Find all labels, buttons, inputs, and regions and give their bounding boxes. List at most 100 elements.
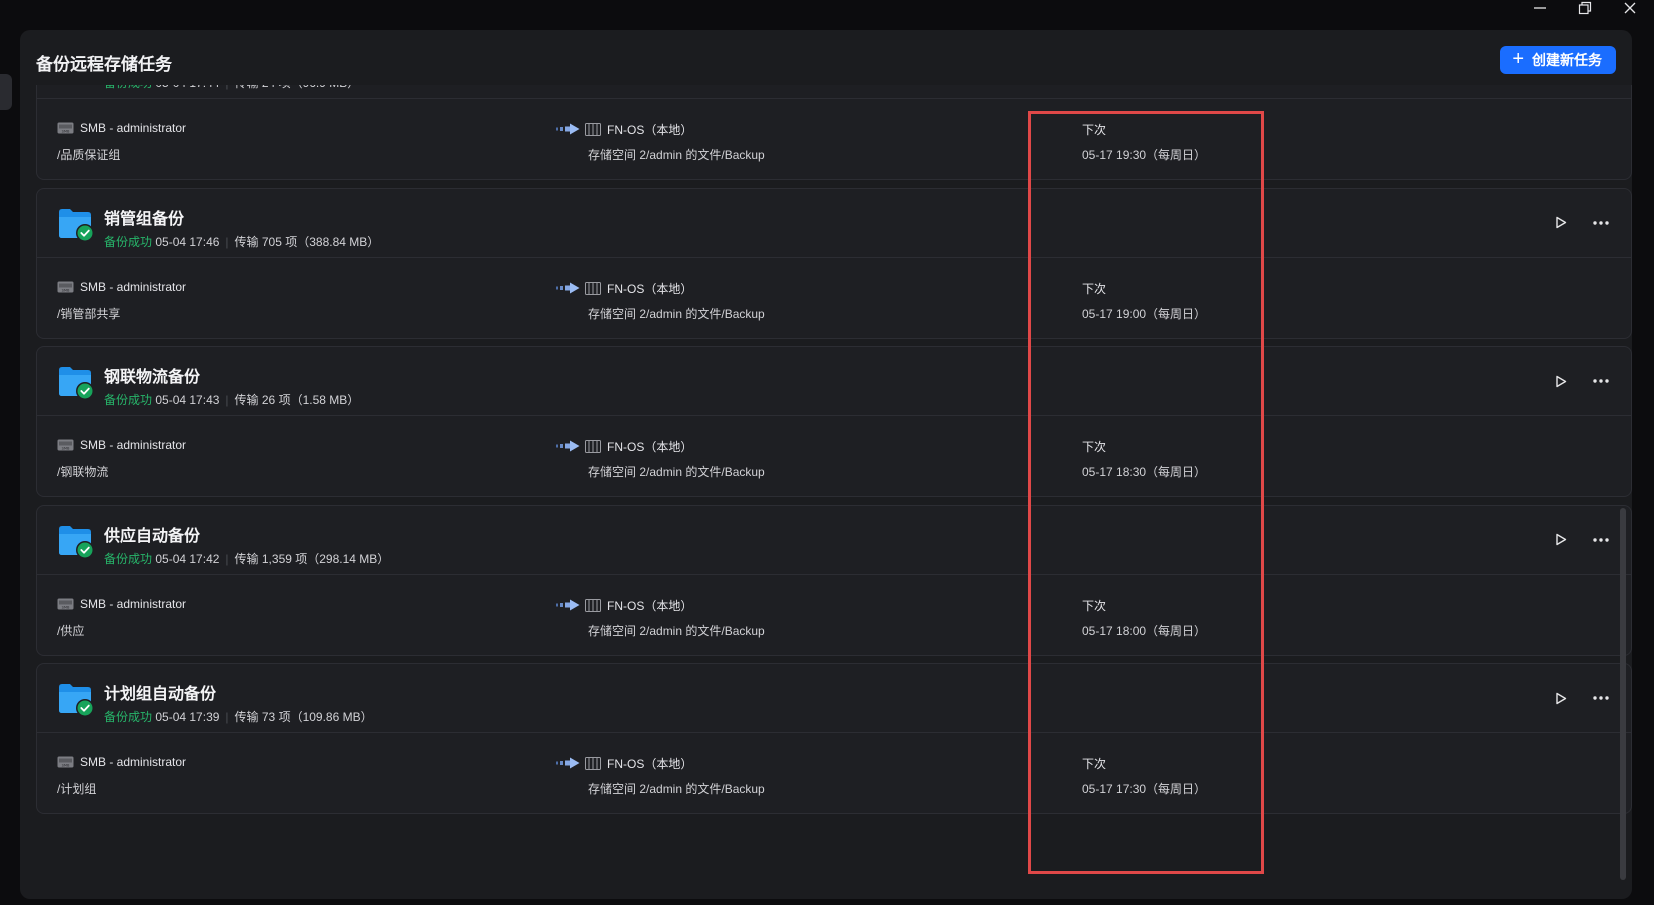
source-row: SMB SMB - administrator <box>57 597 186 611</box>
highlight-annotation <box>1028 111 1264 874</box>
folder-check-icon <box>59 684 94 717</box>
task-card: 计划组自动备份 备份成功 05-04 17:39 | 传输 73 项（109.86 … <box>36 663 1632 814</box>
status-text: 备份成功 <box>104 710 153 724</box>
smb-server-icon: SMB <box>57 281 74 292</box>
backup-tasks-panel: 备份远程存储任务 + 创建新任务 品质保证组备份 备份成功 05-04 17:4… <box>20 30 1632 899</box>
folder-check-icon <box>59 208 94 242</box>
more-options-button[interactable] <box>1587 211 1615 235</box>
task-card: 钢联物流备份 备份成功 05-04 17:43 | 传输 26 项（1.58 MB）… <box>36 346 1632 497</box>
task-name: 钢联物流备份 <box>104 369 201 386</box>
more-icon <box>1593 220 1609 225</box>
source-row: SMB SMB - administrator <box>57 755 186 769</box>
destination-name: FN-OS（本地） <box>607 757 693 771</box>
folder-check-icon <box>59 367 94 400</box>
restore-button[interactable] <box>1565 0 1605 16</box>
destination-name: FN-OS（本地） <box>607 440 693 454</box>
status-text: 备份成功 <box>104 85 152 90</box>
create-task-button[interactable]: + 创建新任务 <box>1500 46 1616 74</box>
task-name: 计划组自动备份 <box>104 686 217 703</box>
transfer-info: 传输 1,359 项（298.14 MB） <box>234 551 390 566</box>
more-options-button[interactable] <box>1587 528 1615 552</box>
task-meta: 备份成功 05-04 17:39 | 传输 73 项（109.86 MB） <box>104 708 373 725</box>
destination-name: FN-OS（本地） <box>607 281 693 296</box>
last-run-time: 05-04 17:46 <box>155 234 220 249</box>
scrollbar[interactable] <box>1620 508 1626 880</box>
task-meta: 备份成功 05-04 17:44 | 传输 24 项（96.9 MB） <box>104 85 359 91</box>
minimize-icon <box>1534 7 1546 9</box>
run-task-button[interactable] <box>1549 686 1573 710</box>
task-meta: 备份成功 05-04 17:43 | 传输 26 项（1.58 MB） <box>104 391 359 408</box>
destination-row: FN-OS（本地） <box>585 597 692 614</box>
source-name: SMB - administrator <box>80 438 187 452</box>
destination-row: FN-OS（本地） <box>585 280 692 297</box>
folder-check-icon <box>59 525 94 559</box>
source-row: SMB SMB - administrator <box>57 280 186 294</box>
task-header: 计划组自动备份 备份成功 05-04 17:39 | 传输 73 项（109.86 … <box>37 664 1631 733</box>
divider: | <box>225 551 229 566</box>
play-icon <box>1556 216 1567 229</box>
destination-path: 存储空间 2/admin 的文件/Backup <box>588 623 765 638</box>
page-title: 备份远程存储任务 <box>36 55 172 74</box>
destination-path: 存储空间 2/admin 的文件/Backup <box>588 465 765 479</box>
source-name: SMB - administrator <box>80 121 187 135</box>
smb-server-icon: SMB <box>57 439 74 451</box>
last-run-time: 05-04 17:42 <box>155 551 220 566</box>
source-name: SMB - administrator <box>80 279 187 294</box>
smb-server-icon: SMB <box>57 756 74 768</box>
status-text: 备份成功 <box>104 234 153 249</box>
task-name: 销管组备份 <box>104 210 185 228</box>
destination-row: FN-OS（本地） <box>585 438 692 455</box>
task-header: 钢联物流备份 备份成功 05-04 17:43 | 传输 26 项（1.58 MB） <box>37 347 1631 416</box>
task-name: 供应自动备份 <box>104 527 201 545</box>
destination-name: FN-OS（本地） <box>607 123 693 137</box>
destination-path: 存储空间 2/admin 的文件/Backup <box>588 148 765 162</box>
more-icon <box>1593 696 1609 700</box>
task-list[interactable]: 品质保证组备份 备份成功 05-04 17:44|传输 24 项（96.9 MB… <box>20 85 1632 899</box>
task-meta: 备份成功 05-04 17:46 | 传输 705 项（388.84 MB） <box>104 233 379 250</box>
last-run-time: 05-04 17:44 <box>155 85 219 90</box>
status-text: 备份成功 <box>104 393 153 407</box>
destination-path: 存储空间 2/admin 的文件/Backup <box>588 782 765 796</box>
task-header: 供应自动备份 备份成功 05-04 17:42 | 传输 1,359 项（298.1… <box>37 506 1631 575</box>
source-row: SMB SMB - administrator <box>57 121 186 135</box>
sidebar-edge <box>0 74 12 110</box>
task-card: 供应自动备份 备份成功 05-04 17:42 | 传输 1,359 项（298.1… <box>36 504 1632 656</box>
arrow-right-icon <box>556 599 580 610</box>
arrow-right-icon <box>556 757 580 769</box>
destination-row: FN-OS（本地） <box>585 755 692 772</box>
svg-text:SMB: SMB <box>62 605 70 609</box>
close-button[interactable] <box>1610 0 1650 16</box>
run-task-button[interactable] <box>1549 369 1573 393</box>
arrow-right-icon <box>556 282 580 293</box>
status-text: 备份成功 <box>104 551 153 566</box>
run-task-button[interactable] <box>1549 211 1573 235</box>
run-task-button[interactable] <box>1549 528 1573 552</box>
destination-name: FN-OS（本地） <box>607 598 693 613</box>
nas-device-icon <box>585 598 601 612</box>
divider: | <box>225 393 229 407</box>
nas-device-icon <box>585 440 601 453</box>
restore-icon <box>1578 1 1592 15</box>
nas-device-icon <box>585 123 601 136</box>
more-options-button[interactable] <box>1587 686 1615 710</box>
svg-text:SMB: SMB <box>62 446 70 450</box>
task-card: 销管组备份 备份成功 05-04 17:46 | 传输 705 项（388.84 M… <box>36 187 1632 339</box>
source-name: SMB - administrator <box>80 755 187 769</box>
nas-device-icon <box>585 757 601 770</box>
destination-row: FN-OS（本地） <box>585 121 692 138</box>
plus-icon: + <box>1512 48 1524 70</box>
svg-text:SMB: SMB <box>62 763 70 767</box>
arrow-right-icon <box>556 123 580 135</box>
play-icon <box>1556 375 1567 387</box>
last-run-time: 05-04 17:43 <box>155 393 220 407</box>
svg-text:SMB: SMB <box>62 129 70 133</box>
divider: | <box>225 710 229 724</box>
more-options-button[interactable] <box>1587 369 1615 393</box>
minimize-button[interactable] <box>1520 0 1560 16</box>
destination-path: 存储空间 2/admin 的文件/Backup <box>588 306 765 321</box>
task-header: 销管组备份 备份成功 05-04 17:46 | 传输 705 项（388.84 M… <box>37 189 1631 258</box>
play-icon <box>1556 533 1567 546</box>
transfer-info: 传输 24 项（96.9 MB） <box>235 85 360 90</box>
smb-server-icon: SMB <box>57 598 74 609</box>
source-path: /供应 <box>57 623 85 638</box>
